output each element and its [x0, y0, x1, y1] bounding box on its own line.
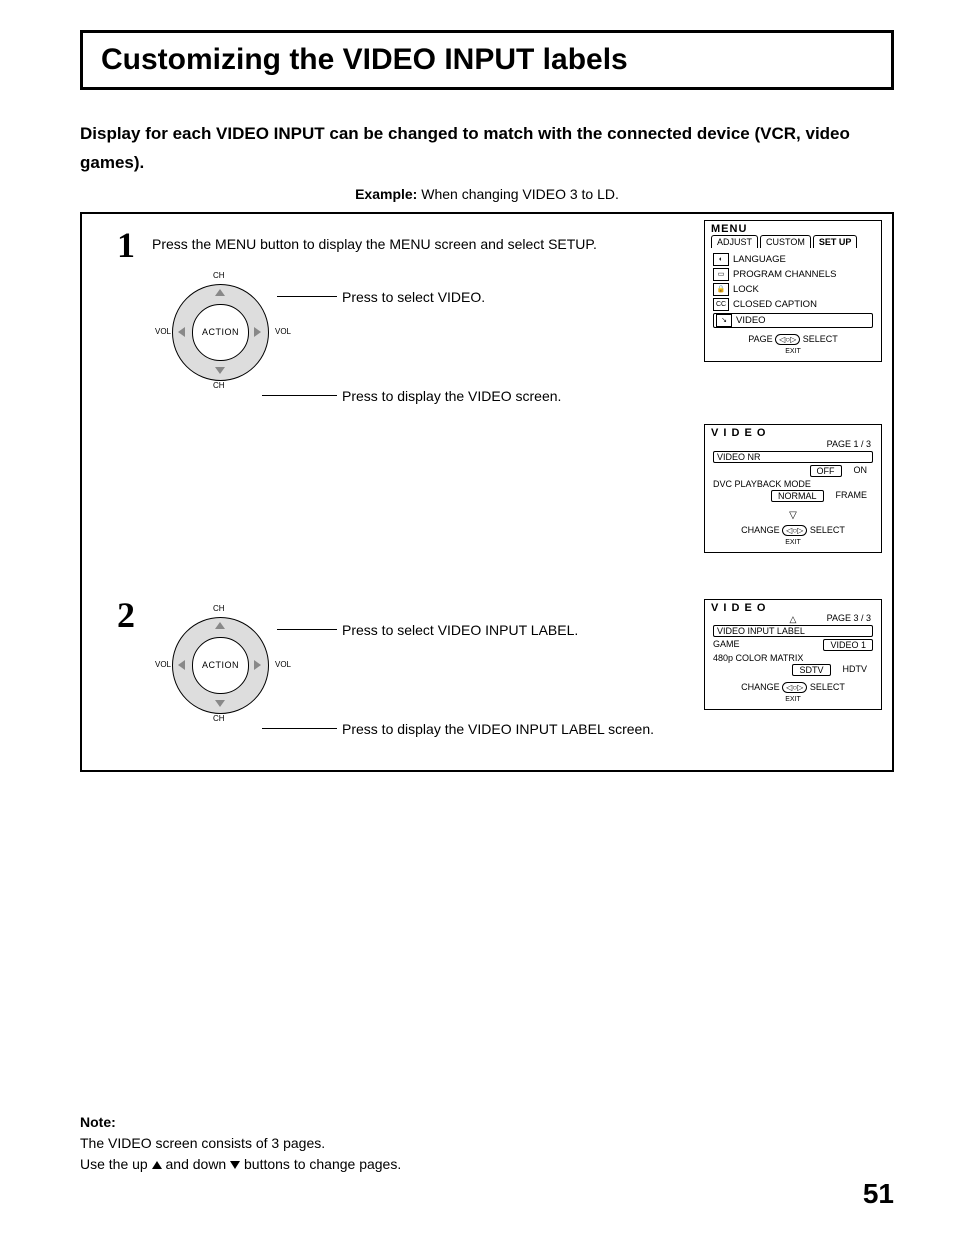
arrow-left-icon — [178, 327, 185, 337]
osd-row-program-channels: ▭PROGRAM CHANNELS — [713, 268, 873, 281]
arrow-left-icon — [178, 660, 185, 670]
osd-opt-hdtv: HDTV — [837, 664, 874, 676]
pad-ch-bottom: CH — [213, 714, 225, 723]
note-block: Note: The VIDEO screen consists of 3 pag… — [80, 1112, 401, 1175]
osd-opts: OFF ON — [713, 465, 873, 477]
manual-page: Customizing the VIDEO INPUT labels Displ… — [0, 0, 954, 1235]
action-pad-diagram-1: ACTION CH CH VOL VOL — [137, 259, 302, 399]
osd-nav-hint: PAGE ◁○▷ SELECT EXIT — [705, 330, 881, 361]
channels-icon: ▭ — [713, 268, 729, 281]
osd-menu-screen: MENU ADJUST CUSTOM SET UP ◐LANGUAGE ▭PRO… — [704, 220, 882, 362]
osd-tab-setup: SET UP — [813, 235, 858, 248]
osd-video-page1: V I D E O PAGE 1 / 3 VIDEO NR OFF ON DVC… — [704, 424, 882, 553]
triangle-down-icon — [230, 1161, 240, 1169]
step-1-text-2: Press to select VIDEO. — [342, 289, 485, 305]
example-label: Example: — [355, 186, 417, 202]
osd-row-video-input-label: VIDEO INPUT LABEL — [713, 625, 873, 637]
note-heading: Note: — [80, 1114, 116, 1130]
cc-icon: CC — [713, 298, 729, 311]
osd-tab-adjust: ADJUST — [711, 235, 758, 248]
step-2-text-2: Press to display the VIDEO INPUT LABEL s… — [342, 721, 654, 737]
osd-opt-sdtv: SDTV — [792, 664, 830, 676]
step-2-text-1: Press to select VIDEO INPUT LABEL. — [342, 622, 578, 638]
pad-action-button: ACTION — [192, 304, 249, 361]
osd-row-video: ↘VIDEO — [713, 313, 873, 328]
note-line-2a: Use the up — [80, 1156, 152, 1172]
osd-video-title: V I D E O — [705, 425, 881, 439]
language-icon: ◐ — [713, 253, 729, 266]
nav-widget-icon: ◁○▷ — [782, 682, 807, 693]
pad-action-button: ACTION — [192, 637, 249, 694]
pad-ch-top: CH — [213, 604, 225, 613]
intro-text: Display for each VIDEO INPUT can be chan… — [80, 120, 894, 178]
osd-opts: NORMAL FRAME — [713, 490, 873, 502]
osd-opt-frame: FRAME — [830, 490, 874, 502]
step-2-number: 2 — [117, 594, 135, 636]
down-arrow-icon: ▽ — [705, 504, 881, 521]
osd-row-closed-caption: CCCLOSED CAPTION — [713, 298, 873, 311]
osd-row-language: ◐LANGUAGE — [713, 253, 873, 266]
page-title: Customizing the VIDEO INPUT labels — [101, 43, 873, 77]
osd-opt-video1: VIDEO 1 — [823, 639, 873, 651]
arrow-up-icon — [215, 289, 225, 296]
page-number: 51 — [863, 1178, 894, 1210]
step-1-text-1: Press the MENU button to display the MEN… — [152, 236, 597, 252]
example-text: When changing VIDEO 3 to LD. — [421, 186, 619, 202]
osd-video-title: V I D E O — [705, 600, 881, 614]
pad-ch-top: CH — [213, 271, 225, 280]
arrow-down-icon — [215, 367, 225, 374]
note-line-2c: buttons to change pages. — [244, 1156, 401, 1172]
note-line-2b: and down — [166, 1156, 231, 1172]
leader-line — [262, 395, 337, 396]
pad-vol-left: VOL — [155, 327, 171, 336]
osd-opt-off: OFF — [810, 465, 842, 477]
osd-nav-hint: CHANGE ◁○▷ SELECT EXIT — [705, 521, 881, 552]
osd-video-page3: V I D E O △ PAGE 3 / 3 VIDEO INPUT LABEL… — [704, 599, 882, 710]
step-1-text-3: Press to display the VIDEO screen. — [342, 388, 561, 404]
pad-vol-left: VOL — [155, 660, 171, 669]
exit-label: EXIT — [785, 539, 801, 546]
nav-widget-icon: ◁○▷ — [782, 525, 807, 536]
osd-row-game: GAME VIDEO 1 — [713, 639, 873, 651]
title-box: Customizing the VIDEO INPUT labels — [80, 30, 894, 90]
steps-box: 1 Press the MENU button to display the M… — [80, 212, 894, 772]
osd-row-video-nr: VIDEO NR — [713, 451, 873, 463]
leader-line — [277, 296, 337, 297]
osd-row-480p: 480p COLOR MATRIX — [713, 653, 873, 663]
osd-nav-hint: CHANGE ◁○▷ SELECT EXIT — [705, 678, 881, 709]
triangle-up-icon — [152, 1161, 162, 1169]
action-pad-diagram-2: ACTION CH CH VOL VOL — [137, 592, 302, 732]
arrow-up-icon — [215, 622, 225, 629]
pad-vol-right: VOL — [275, 327, 291, 336]
osd-menu-title: MENU — [705, 221, 881, 235]
osd-row-lock: 🔒LOCK — [713, 283, 873, 296]
osd-page-indicator: PAGE 1 / 3 — [705, 439, 881, 449]
example-line: Example: When changing VIDEO 3 to LD. — [80, 186, 894, 202]
osd-tab-custom: CUSTOM — [760, 235, 811, 248]
leader-line — [262, 728, 337, 729]
step-1-number: 1 — [117, 224, 135, 266]
lock-icon: 🔒 — [713, 283, 729, 296]
exit-label: EXIT — [785, 348, 801, 355]
nav-widget-icon: ◁○▷ — [775, 334, 800, 345]
exit-label: EXIT — [785, 696, 801, 703]
note-line-1: The VIDEO screen consists of 3 pages. — [80, 1135, 325, 1151]
osd-opts: SDTV HDTV — [713, 664, 873, 676]
arrow-right-icon — [254, 660, 261, 670]
arrow-down-icon — [215, 700, 225, 707]
arrow-right-icon — [254, 327, 261, 337]
pad-ch-bottom: CH — [213, 381, 225, 390]
osd-row-dvc: DVC PLAYBACK MODE — [713, 479, 873, 489]
osd-opt-normal: NORMAL — [771, 490, 824, 502]
osd-menu-tabs: ADJUST CUSTOM SET UP — [705, 235, 881, 251]
leader-line — [277, 629, 337, 630]
osd-opt-on: ON — [848, 465, 874, 477]
video-icon: ↘ — [716, 314, 732, 327]
pad-vol-right: VOL — [275, 660, 291, 669]
